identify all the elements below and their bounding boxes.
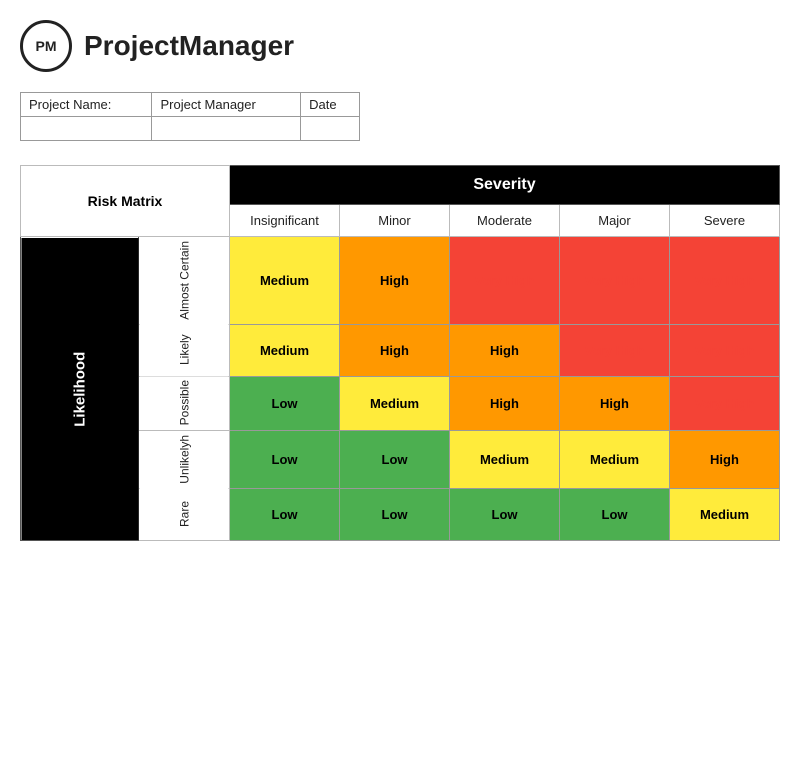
matrix-cell-3-3: Medium xyxy=(560,431,670,489)
matrix-cell-2-3: High xyxy=(560,376,670,430)
project-info-table: Project Name: Project Manager Date xyxy=(20,92,360,141)
likelihood-label-1: Likely xyxy=(139,324,230,376)
matrix-cell-4-3: Low xyxy=(560,488,670,540)
matrix-cell-1-2: High xyxy=(450,324,560,376)
project-name-value[interactable] xyxy=(21,117,152,141)
matrix-cell-0-3: Very High xyxy=(560,237,670,325)
project-manager-value[interactable] xyxy=(152,117,301,141)
col-header-1: Minor xyxy=(340,205,450,237)
matrix-cell-3-0: Low xyxy=(230,431,340,489)
matrix-cell-1-1: High xyxy=(340,324,450,376)
matrix-cell-4-1: Low xyxy=(340,488,450,540)
matrix-cell-2-2: High xyxy=(450,376,560,430)
matrix-cell-3-4: High xyxy=(670,431,780,489)
matrix-cell-1-0: Medium xyxy=(230,324,340,376)
matrix-cell-2-0: Low xyxy=(230,376,340,430)
matrix-cell-1-4: Very High xyxy=(670,324,780,376)
logo-text: PM xyxy=(36,38,57,54)
matrix-body: LikelihoodAlmost CertainMediumHighVery H… xyxy=(21,237,780,541)
severity-header-row: Risk Matrix Severity xyxy=(21,166,780,205)
project-manager-label: Project Manager xyxy=(152,93,301,117)
matrix-cell-3-2: Medium xyxy=(450,431,560,489)
risk-matrix-table: Risk Matrix Severity InsignificantMinorM… xyxy=(20,165,780,541)
project-info-value-row xyxy=(21,117,360,141)
app-logo: PM xyxy=(20,20,72,72)
project-name-label: Project Name: xyxy=(21,93,152,117)
matrix-cell-3-1: Low xyxy=(340,431,450,489)
matrix-row: LikelihoodAlmost CertainMediumHighVery H… xyxy=(21,237,780,325)
matrix-cell-2-1: Medium xyxy=(340,376,450,430)
col-header-3: Major xyxy=(560,205,670,237)
project-info-label-row: Project Name: Project Manager Date xyxy=(21,93,360,117)
risk-matrix-label: Risk Matrix xyxy=(88,193,163,209)
matrix-cell-4-2: Low xyxy=(450,488,560,540)
col-header-2: Moderate xyxy=(450,205,560,237)
likelihood-axis-label: Likelihood xyxy=(21,237,139,541)
matrix-cell-4-4: Medium xyxy=(670,488,780,540)
matrix-cell-0-4: Very High xyxy=(670,237,780,325)
date-label: Date xyxy=(301,93,360,117)
severity-header: Severity xyxy=(230,166,780,205)
risk-matrix-label-cell: Risk Matrix xyxy=(21,166,230,237)
matrix-cell-0-0: Medium xyxy=(230,237,340,325)
matrix-cell-0-2: Very High xyxy=(450,237,560,325)
matrix-cell-2-4: Very High xyxy=(670,376,780,430)
likelihood-label-4: Rare xyxy=(139,488,230,540)
likelihood-label-2: Possible xyxy=(139,376,230,430)
matrix-cell-4-0: Low xyxy=(230,488,340,540)
likelihood-label-3: Unlikelyh xyxy=(139,431,230,489)
app-title: ProjectManager xyxy=(84,30,294,62)
matrix-cell-1-3: Very High xyxy=(560,324,670,376)
matrix-cell-0-1: High xyxy=(340,237,450,325)
likelihood-label-0: Almost Certain xyxy=(139,237,230,325)
col-header-4: Severe xyxy=(670,205,780,237)
app-header: PM ProjectManager xyxy=(20,20,780,72)
col-header-0: Insignificant xyxy=(230,205,340,237)
date-value[interactable] xyxy=(301,117,360,141)
